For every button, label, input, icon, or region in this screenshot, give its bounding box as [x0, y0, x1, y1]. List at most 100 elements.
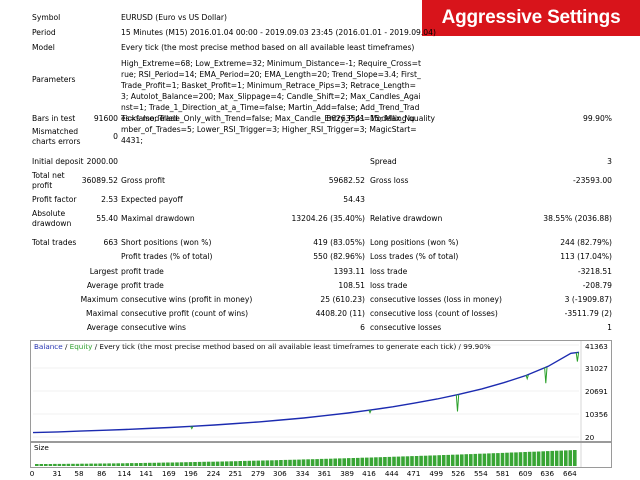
aggressive-settings-banner: Aggressive Settings [422, 0, 640, 36]
maximal-label: Maximal [86, 309, 118, 318]
net-profit-label-2: profit [32, 181, 53, 190]
size-bar [419, 455, 423, 466]
size-bar [523, 452, 527, 466]
bars-value: 91600 [93, 114, 118, 123]
y-tick-label: 31027 [585, 364, 608, 373]
size-bar [527, 451, 532, 466]
size-bar [337, 458, 342, 466]
average-profit-value: 108.51 [338, 281, 365, 290]
size-bar [365, 457, 369, 466]
period-label: Period [32, 28, 56, 37]
avg-consecutive-losses-value: 1 [607, 323, 612, 332]
size-bar [464, 454, 469, 466]
size-bar [405, 456, 410, 466]
size-bar [324, 458, 328, 466]
size-bar [360, 457, 365, 466]
parameters-label: Parameters [32, 75, 76, 84]
size-bar [328, 458, 333, 466]
gross-profit-label: Gross profit [121, 176, 165, 185]
parameters-value: High_Extreme=68; Low_Extreme=32; Minimum… [121, 59, 421, 145]
maximum-label: Maximum [80, 295, 118, 304]
size-bar [306, 459, 310, 466]
x-tick-label: 0 [30, 469, 35, 478]
long-positions-label: Long positions (won %) [370, 238, 459, 247]
absolute-drawdown-value: 55.40 [96, 214, 118, 223]
maximal-consecutive-loss-value: -3511.79 (2) [564, 309, 612, 318]
size-bar [455, 454, 460, 466]
net-profit-value: 36089.52 [81, 176, 118, 185]
x-tick-label: 664 [563, 469, 577, 478]
x-tick-label: 581 [496, 469, 510, 478]
size-bar [441, 455, 446, 466]
x-tick-label: 251 [228, 469, 242, 478]
y-tick-label: 20 [585, 433, 595, 442]
x-axis-ticks: 0 31 58 86 114 141 169 196 224 251 279 306 334 361 389… [30, 469, 577, 478]
size-bar [383, 457, 387, 466]
maximal-consecutive-profit-value: 4408.20 (11) [315, 309, 365, 318]
size-bar [478, 453, 482, 466]
equity-dip [544, 367, 548, 384]
size-bar [509, 452, 514, 466]
ticks-value: 86263541 [326, 114, 365, 123]
size-bar [432, 455, 437, 466]
maximal-consecutive-profit-label: consecutive profit (count of wins) [121, 309, 249, 318]
x-tick-label: 444 [385, 469, 399, 478]
size-bar [333, 458, 337, 466]
long-positions-value: 244 (82.79%) [560, 238, 612, 247]
size-bar [487, 453, 491, 466]
size-bar [310, 459, 315, 466]
profit-factor-value: 2.53 [101, 195, 118, 204]
model-value: Every tick (the most precise method base… [121, 43, 415, 52]
size-bar [410, 456, 414, 466]
loss-trades-label: Loss trades (% of total) [370, 252, 459, 261]
average-loss-label: loss trade [370, 281, 408, 290]
gross-loss-value: -23593.00 [573, 176, 612, 185]
size-bar [428, 455, 432, 466]
size-bar [550, 450, 554, 466]
largest-loss-value: -3218.51 [577, 267, 612, 276]
size-bar [387, 456, 392, 466]
x-tick-label: 416 [362, 469, 376, 478]
size-bar [356, 457, 360, 466]
size-bar [319, 458, 324, 466]
short-positions-value: 419 (83.05%) [313, 238, 365, 247]
x-tick-label: 306 [273, 469, 287, 478]
size-bar [374, 457, 378, 466]
short-positions-label: Short positions (won %) [121, 238, 212, 247]
size-bar [541, 451, 545, 466]
total-trades-value: 663 [103, 238, 119, 247]
size-bar [414, 456, 419, 466]
maximal-consecutive-loss-label: consecutive loss (count of losses) [370, 309, 498, 318]
largest-profit-label: profit trade [121, 267, 164, 276]
equity-dip [455, 394, 460, 412]
x-tick-label: 361 [318, 469, 332, 478]
max-consecutive-wins-label: consecutive wins (profit in money) [121, 295, 253, 304]
size-bar [564, 450, 568, 466]
size-histogram: Size [30, 442, 612, 468]
size-bar [369, 457, 374, 466]
x-tick-label: 609 [518, 469, 532, 478]
y-tick-label: 10356 [585, 410, 608, 419]
size-bar [554, 450, 559, 466]
largest-loss-label: loss trade [370, 267, 408, 276]
size-bar [351, 458, 356, 466]
loss-trades-value: 113 (17.04%) [560, 252, 612, 261]
size-bar [496, 453, 500, 466]
average-profit-label: profit trade [121, 281, 164, 290]
average-label: Average [86, 281, 118, 290]
max-consecutive-losses-value: 3 (-1909.87) [564, 295, 612, 304]
size-bar [378, 457, 383, 466]
avg-consecutive-wins-value: 6 [360, 323, 365, 332]
size-bar [568, 450, 573, 466]
size-bar [491, 453, 496, 466]
gross-profit-value: 59682.52 [328, 176, 365, 185]
spread-label: Spread [370, 157, 397, 166]
gross-loss-label: Gross loss [370, 176, 409, 185]
relative-drawdown-value: 38.55% (2036.88) [543, 214, 612, 223]
balance-chart-svg: 41363 31027 20691 10356 20 [32, 341, 608, 442]
size-bar [437, 455, 441, 466]
size-bar [505, 452, 509, 466]
size-bar [342, 458, 346, 466]
size-bar [401, 456, 405, 466]
x-tick-label: 554 [474, 469, 488, 478]
